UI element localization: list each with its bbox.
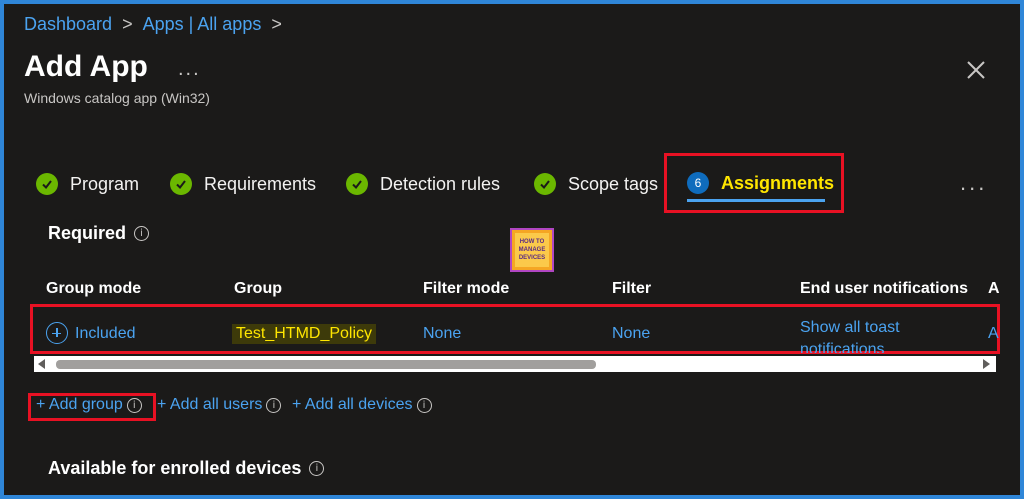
check-icon bbox=[346, 173, 368, 195]
tab-scope-tags[interactable]: Scope tags bbox=[534, 162, 674, 206]
section-heading-available: Available for enrolled devices i bbox=[48, 458, 325, 479]
tab-detection-rules[interactable]: Detection rules bbox=[346, 162, 516, 206]
tab-label: Scope tags bbox=[568, 173, 659, 194]
breadcrumb-separator: > bbox=[271, 14, 282, 34]
check-icon bbox=[36, 173, 58, 195]
table-header: Group mode Group Filter mode Filter End … bbox=[0, 280, 1024, 302]
column-header-group[interactable]: Group bbox=[234, 280, 282, 298]
info-icon[interactable]: i bbox=[266, 397, 282, 413]
notifications-line1: Show all toast bbox=[800, 319, 900, 336]
tab-assignments[interactable]: 6 Assignments bbox=[664, 153, 844, 213]
watermark-logo: HOW TO MANAGE DEVICES bbox=[510, 228, 554, 272]
breadcrumb-separator: > bbox=[122, 14, 133, 34]
info-icon[interactable]: i bbox=[134, 226, 150, 241]
page-title: Add App bbox=[24, 50, 148, 83]
tab-label: Detection rules bbox=[380, 173, 501, 194]
filter-link[interactable]: None bbox=[612, 325, 650, 343]
section-title: Required bbox=[48, 223, 127, 243]
column-header-overflow: A bbox=[988, 280, 1000, 297]
logo-text: HOW TO MANAGE DEVICES bbox=[515, 233, 549, 267]
horizontal-scrollbar[interactable] bbox=[34, 356, 996, 372]
group-name-link[interactable]: Test_HTMD_Policy bbox=[232, 324, 377, 344]
breadcrumb-dashboard[interactable]: Dashboard bbox=[24, 14, 112, 35]
tab-label: Requirements bbox=[204, 173, 317, 194]
tab-program[interactable]: Program bbox=[36, 162, 156, 206]
add-group-label: + Add group bbox=[36, 396, 123, 413]
check-icon bbox=[170, 173, 192, 195]
add-all-users-button[interactable]: + Add all users i bbox=[157, 396, 282, 414]
column-header-end-user-notifications[interactable]: End user notifications bbox=[800, 280, 968, 298]
assignment-actions: + Add group i + Add all users i + Add al… bbox=[0, 396, 1024, 418]
check-icon bbox=[534, 173, 556, 195]
overflow-cell: A bbox=[988, 325, 999, 342]
tab-label: Assignments bbox=[721, 172, 835, 193]
active-tab-underline bbox=[687, 199, 825, 202]
tab-label: Program bbox=[70, 173, 140, 194]
tab-requirements[interactable]: Requirements bbox=[170, 162, 330, 206]
page-subtitle: Windows catalog app (Win32) bbox=[24, 90, 210, 106]
info-icon[interactable]: i bbox=[126, 397, 142, 413]
group-mode-link[interactable]: Included bbox=[75, 325, 136, 343]
add-all-devices-label: + Add all devices bbox=[292, 396, 413, 413]
notifications-link[interactable]: Show all toast notifications bbox=[800, 317, 900, 353]
breadcrumb: Dashboard > Apps | All apps > bbox=[24, 14, 282, 35]
scrollbar-thumb[interactable] bbox=[56, 360, 596, 369]
filter-mode-link[interactable]: None bbox=[423, 325, 461, 343]
section-heading-required: Required i bbox=[48, 223, 150, 244]
add-group-button[interactable]: + Add group i bbox=[36, 396, 142, 414]
more-options-icon[interactable]: ... bbox=[178, 58, 201, 81]
info-icon[interactable]: i bbox=[416, 397, 432, 413]
section-title: Available for enrolled devices bbox=[48, 458, 302, 478]
notifications-line2: notifications bbox=[800, 341, 885, 353]
add-all-devices-button[interactable]: + Add all devices i bbox=[292, 396, 432, 414]
breadcrumb-apps[interactable]: Apps | All apps bbox=[143, 14, 262, 35]
more-tabs-icon[interactable]: ... bbox=[960, 170, 987, 196]
column-header-filter[interactable]: Filter bbox=[612, 280, 651, 298]
close-icon[interactable] bbox=[962, 56, 990, 84]
column-header-group-mode[interactable]: Group mode bbox=[46, 280, 141, 298]
table-row-cells: Included Test_HTMD_Policy None None Show… bbox=[0, 314, 1024, 354]
info-icon[interactable]: i bbox=[309, 461, 325, 476]
column-header-filter-mode[interactable]: Filter mode bbox=[423, 280, 509, 298]
step-number-badge: 6 bbox=[687, 172, 709, 194]
scroll-right-icon[interactable] bbox=[983, 359, 990, 369]
scroll-left-icon[interactable] bbox=[38, 359, 45, 369]
add-all-users-label: + Add all users bbox=[157, 396, 263, 413]
